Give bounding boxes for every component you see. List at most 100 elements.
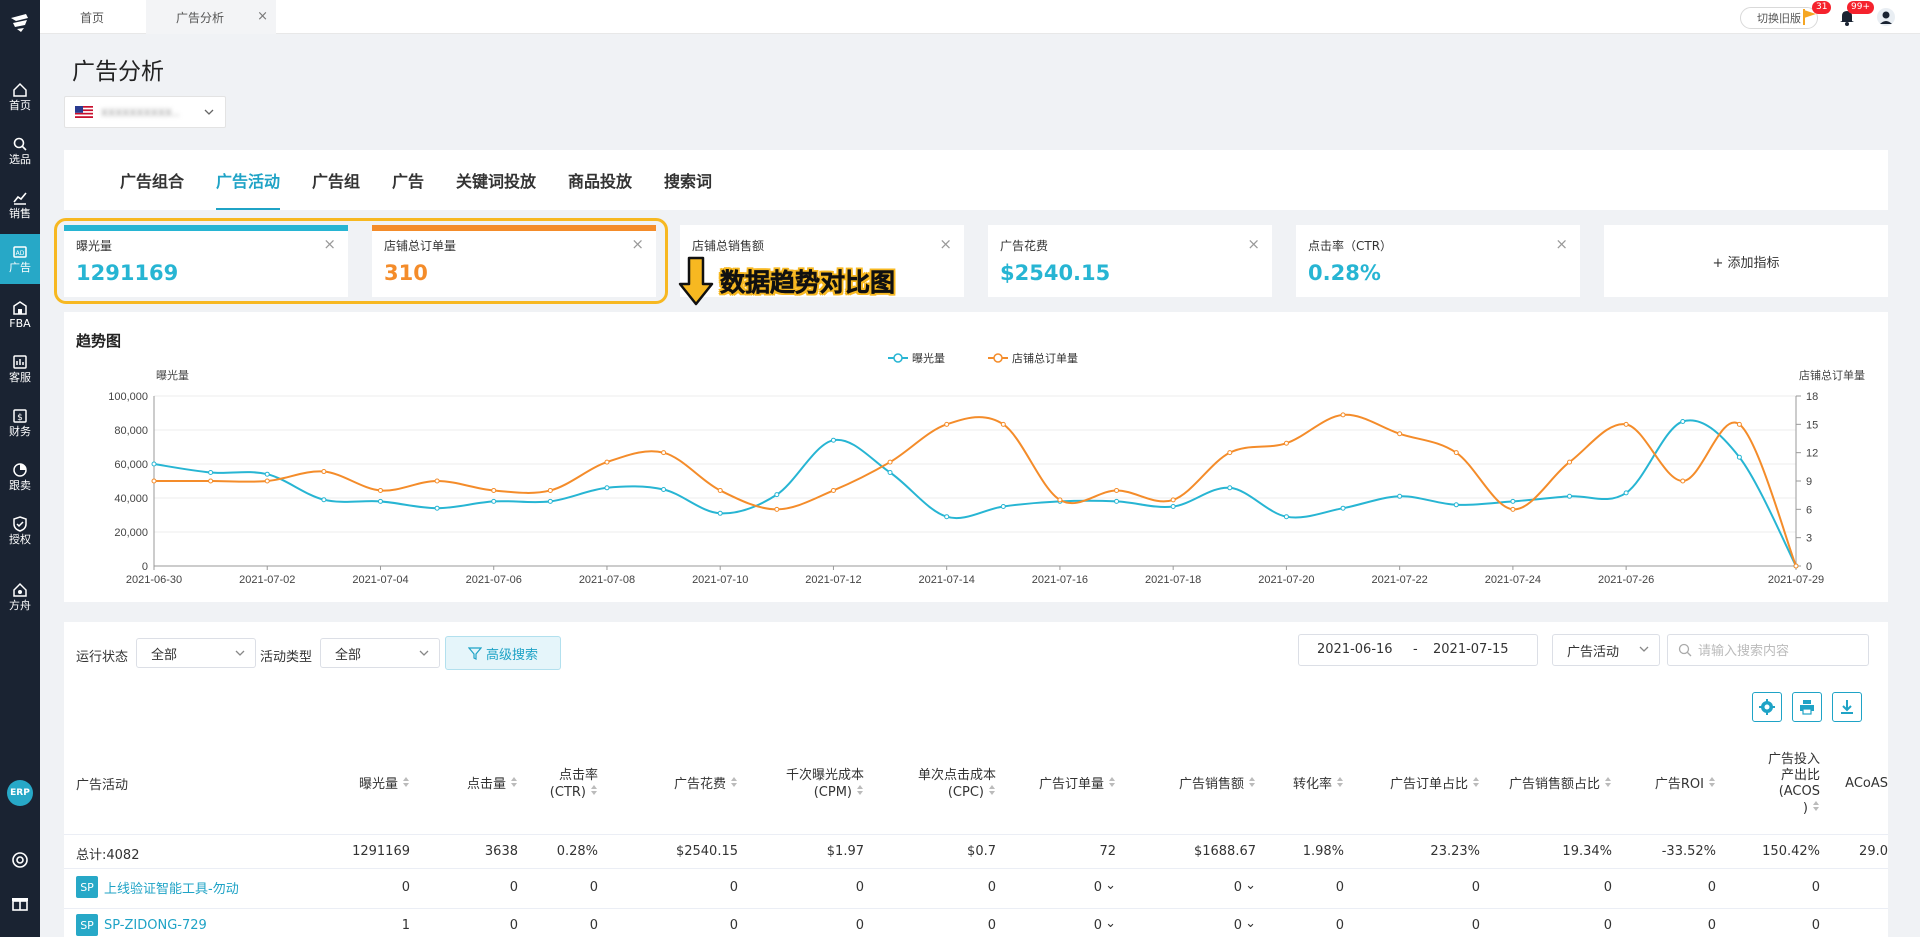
tab-ad[interactable]: 广告	[392, 150, 424, 210]
chevron-down-icon[interactable]: ⌄	[1105, 916, 1116, 931]
table-cell[interactable]: 0	[1094, 880, 1102, 895]
tab-portfolio[interactable]: 广告组合	[120, 150, 184, 210]
metric-card-ctr[interactable]: 点击率（CTR） 0.28% ×	[1296, 225, 1580, 297]
sidebar-item-9[interactable]: 方舟	[0, 572, 40, 622]
tab-ad-analysis[interactable]: 广告分析 ×	[146, 0, 276, 34]
series-point-1	[1397, 431, 1403, 437]
tab-campaign[interactable]: 广告活动	[216, 150, 281, 210]
table-cell[interactable]: 0	[1234, 918, 1242, 933]
chevron-down-icon[interactable]: ⌄	[1105, 878, 1116, 893]
gift-icon[interactable]	[0, 888, 40, 918]
sidebar-item-2[interactable]: 销售	[0, 180, 40, 230]
sort-icon[interactable]	[1248, 776, 1256, 788]
column-header-label: 广告销售额	[1178, 777, 1244, 792]
table-row-name[interactable]: SP SP-ZIDONG-729	[76, 914, 207, 936]
help-icon[interactable]	[0, 845, 40, 875]
sidebar-item-0[interactable]: 首页	[0, 72, 40, 122]
tab-product-targeting[interactable]: 商品投放	[568, 150, 632, 210]
sidebar-item-5[interactable]: 客服	[0, 344, 40, 394]
column-header[interactable]: 千次曝光成本 (CPM)	[786, 768, 864, 801]
series-point-1	[1453, 450, 1459, 456]
sidebar-item-8[interactable]: 授权	[0, 506, 40, 556]
sort-icon[interactable]	[856, 784, 864, 796]
flag-icon[interactable]: 31	[1800, 1, 1832, 27]
column-header[interactable]: 广告订单占比	[1390, 776, 1480, 793]
erp-button[interactable]: ERP	[7, 780, 33, 806]
column-header[interactable]: 广告销售额占比	[1509, 776, 1612, 793]
campaign-link[interactable]: 上线验证智能工具-勿动	[104, 878, 239, 897]
logo-icon[interactable]	[8, 10, 32, 34]
close-icon[interactable]: ×	[1247, 235, 1260, 253]
column-header-label: ACoAS	[1845, 776, 1888, 791]
trend-chart-panel: 趋势图 0 20,000 40,000 60,000 80,000 100,000 0 3 6 9…	[64, 312, 1888, 602]
column-header[interactable]: 曝光量	[359, 776, 410, 793]
settings-button[interactable]	[1752, 692, 1782, 722]
sort-icon[interactable]	[1108, 776, 1116, 788]
series-point-0	[1227, 485, 1233, 491]
campaign-link[interactable]: SP-ZIDONG-729	[104, 918, 207, 933]
table-cell[interactable]: 0	[1234, 880, 1242, 895]
sidebar-item-label: 客服	[9, 371, 31, 384]
store-select[interactable]: xxxxxxxxxx..	[64, 96, 226, 128]
chevron-down-icon[interactable]: ⌄	[1245, 878, 1256, 893]
column-header[interactable]: 广告ROI	[1655, 776, 1716, 793]
print-button[interactable]	[1792, 692, 1822, 722]
table-row-name[interactable]: SP 上线验证智能工具-勿动	[76, 876, 239, 898]
sort-icon[interactable]	[1336, 776, 1344, 788]
series-point-0	[434, 505, 440, 511]
sort-icon[interactable]	[1812, 800, 1820, 812]
column-header[interactable]: 广告花费	[674, 776, 738, 793]
sidebar-item-7[interactable]: 跟卖	[0, 452, 40, 502]
sidebar-item-1[interactable]: 选品	[0, 126, 40, 176]
sort-icon[interactable]	[1604, 776, 1612, 788]
sidebar-item-3[interactable]: AD 广告	[0, 234, 40, 284]
close-icon[interactable]: ×	[939, 235, 952, 253]
tab-ad-group[interactable]: 广告组	[312, 150, 360, 210]
chevron-down-icon[interactable]: ⌄	[1245, 916, 1256, 931]
status-select[interactable]: 全部	[136, 638, 256, 668]
table-cell[interactable]: 0	[1094, 918, 1102, 933]
column-header[interactable]: 单次点击成本 (CPC)	[918, 768, 996, 801]
bell-icon[interactable]: 99+	[1837, 1, 1874, 27]
tab-home[interactable]: 首页	[40, 0, 144, 34]
search-box[interactable]	[1667, 634, 1869, 666]
sort-icon[interactable]	[590, 784, 598, 796]
sort-icon[interactable]	[1472, 776, 1480, 788]
column-header-label: 广告订单量	[1038, 777, 1104, 792]
total-cell: 29.0	[1859, 844, 1888, 859]
date-range-picker[interactable]: 2021-06-16 - 2021-07-15	[1298, 634, 1538, 666]
sort-icon[interactable]	[988, 784, 996, 796]
download-button[interactable]	[1832, 692, 1862, 722]
metric-card-ad-spend[interactable]: 广告花费 $2540.15 ×	[988, 225, 1272, 297]
search-input[interactable]	[1698, 642, 1858, 658]
sort-icon[interactable]	[510, 776, 518, 788]
column-header[interactable]: 点击率 (CTR)	[550, 768, 598, 801]
column-header[interactable]: 点击量	[467, 776, 518, 793]
column-header[interactable]: 广告投入 产出比 (ACOS )	[1768, 752, 1820, 817]
highlight-box-metrics	[54, 218, 668, 304]
tab-keyword-targeting[interactable]: 关键词投放	[456, 150, 536, 210]
sort-icon[interactable]	[1708, 776, 1716, 788]
sidebar-item-4[interactable]: FBA	[0, 290, 40, 340]
total-cell: 150.42%	[1762, 844, 1820, 859]
column-header[interactable]: 广告销售额	[1179, 776, 1256, 793]
add-metric-button[interactable]: + 添加指标	[1604, 225, 1888, 297]
sort-icon[interactable]	[730, 776, 738, 788]
type-select[interactable]: 全部	[320, 638, 440, 668]
svg-text:$: $	[17, 413, 23, 423]
trend-chart[interactable]: 0 20,000 40,000 60,000 80,000 100,000 0 3 6 9 12 15…	[64, 312, 1888, 602]
sort-icon[interactable]	[402, 776, 410, 788]
advanced-search-button[interactable]: 高级搜索	[445, 636, 561, 670]
close-icon[interactable]: ×	[1555, 235, 1568, 253]
user-avatar-icon[interactable]	[1876, 7, 1896, 27]
sidebar-item-label: 财务	[9, 425, 31, 438]
column-header[interactable]: 转化率	[1293, 776, 1344, 793]
column-header[interactable]: ACoAS	[1845, 776, 1888, 792]
scope-select[interactable]: 广告活动	[1552, 634, 1660, 666]
y-left-tick-label: 60,000	[114, 459, 148, 471]
sidebar-item-label: 方舟	[9, 599, 31, 612]
column-header[interactable]: 广告订单量	[1039, 776, 1116, 793]
close-icon[interactable]: ×	[257, 9, 268, 24]
sidebar-item-6[interactable]: $ 财务	[0, 398, 40, 448]
tab-search-term[interactable]: 搜索词	[664, 150, 712, 210]
